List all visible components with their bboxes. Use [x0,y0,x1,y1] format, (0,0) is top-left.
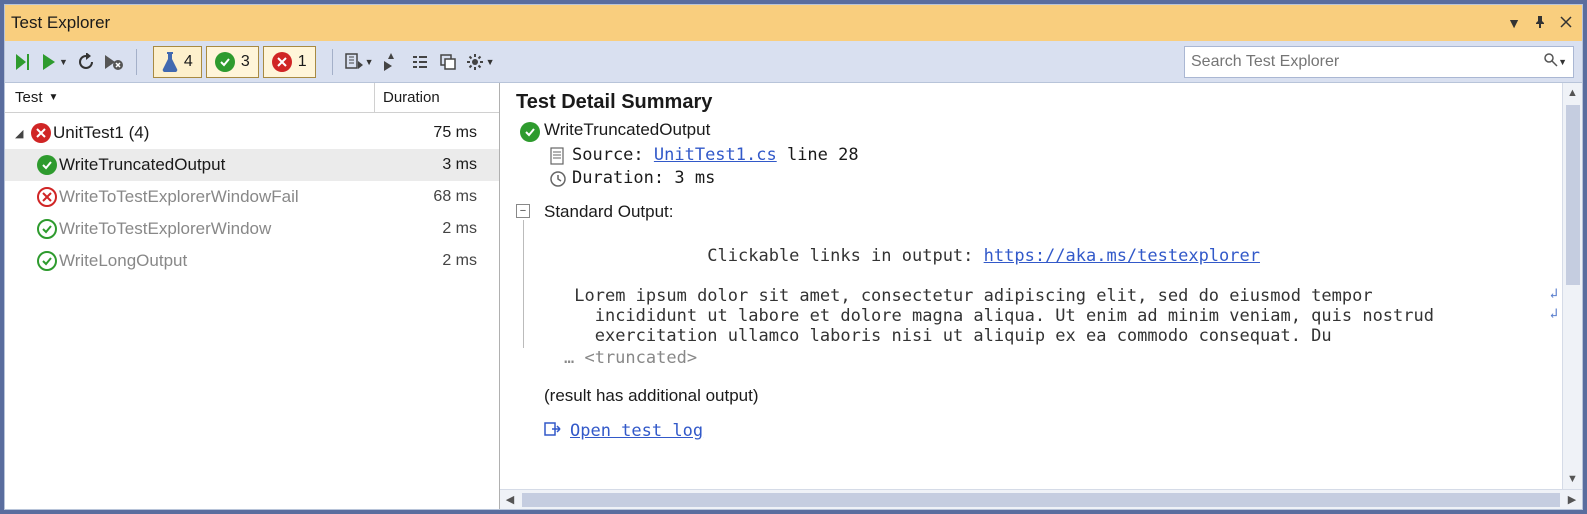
source-file-link[interactable]: UnitTest1.cs [654,145,777,165]
collapse-toggle[interactable]: − [516,204,530,218]
output-link[interactable]: https://aka.ms/testexplorer [984,246,1260,266]
pin-icon[interactable] [1530,15,1550,31]
summary-passed-button[interactable]: 3 [206,46,259,78]
source-line: line 28 [777,145,859,165]
summary-failed-button[interactable]: 1 [263,46,316,78]
wrap-indicator-icon: ↲ [1550,306,1558,322]
close-icon[interactable] [1556,15,1576,31]
expand-toggle-icon[interactable]: ◢ [15,127,29,140]
tree-test-row[interactable]: WriteLongOutput 2 ms [5,245,499,277]
pass-outline-icon [37,219,57,239]
repeat-last-run-button[interactable] [74,47,98,77]
chevron-down-icon: ▼ [365,57,374,67]
fail-icon [272,52,292,72]
duration-value: 3 ms [674,168,715,188]
open-log-icon [544,420,562,442]
standard-output-block: − Standard Output: Clickable links in ou… [516,202,1552,368]
summary-total-button[interactable]: 4 [153,46,202,78]
document-icon [544,145,572,165]
run-failed-button[interactable] [102,47,126,77]
run-after-build-button[interactable] [380,47,404,77]
detail-heading: Test Detail Summary [516,91,1552,114]
tree-test-row[interactable]: WriteTruncatedOutput 3 ms [5,149,499,181]
search-icon[interactable] [1544,53,1558,71]
sort-indicator-icon: ▼ [49,92,59,103]
scroll-down-icon[interactable]: ▼ [1563,469,1582,489]
settings-button[interactable]: ▼ [464,47,497,77]
scroll-left-icon[interactable]: ◀ [500,490,520,509]
fail-outline-icon [37,187,57,207]
test-list-panel: Test ▼ Duration ◢ UnitTest1 (4) 75 ms Wr… [5,83,500,509]
search-input[interactable] [1191,53,1540,71]
vertical-scrollbar[interactable]: ▲ ▼ [1562,83,1582,489]
toolbar: ▼ 4 3 [5,41,1582,83]
fail-icon [31,123,51,143]
additional-output-note: (result has additional output) [516,386,1552,406]
chevron-down-icon: ▼ [486,57,495,67]
playlist-button[interactable]: ▼ [343,47,376,77]
pass-icon [37,155,57,175]
std-output-heading: Standard Output: [544,202,1552,222]
scroll-thumb[interactable] [1566,105,1580,285]
summary-passed-count: 3 [241,53,250,71]
search-box[interactable]: ▼ [1184,46,1574,78]
test-detail-panel: Test Detail Summary WriteTruncatedOutput… [500,83,1582,509]
flask-icon [162,52,178,72]
summary-total-count: 4 [184,53,193,71]
clock-icon [544,168,572,188]
tree-test-row[interactable]: WriteToTestExplorerWindow 2 ms [5,213,499,245]
group-by-button[interactable] [408,47,432,77]
test-detail-content: Test Detail Summary WriteTruncatedOutput… [500,83,1562,489]
run-button[interactable]: ▼ [41,47,70,77]
column-test-header[interactable]: Test ▼ [5,83,375,112]
pass-icon [215,52,235,72]
duration-label: Duration: [572,168,674,188]
scroll-up-icon[interactable]: ▲ [1563,83,1582,103]
scroll-thumb[interactable] [522,493,1560,507]
chevron-down-icon: ▼ [59,57,68,67]
column-duration-header[interactable]: Duration [375,83,499,112]
pass-outline-icon [37,251,57,271]
source-label: Source: [572,145,654,165]
run-all-button[interactable] [13,47,37,77]
pass-icon [520,122,540,142]
columns-button[interactable] [436,47,460,77]
wrap-indicator-icon: ↲ [1550,286,1558,302]
tree-test-row[interactable]: WriteToTestExplorerWindowFail 68 ms [5,181,499,213]
chevron-down-icon[interactable]: ▼ [1558,57,1567,67]
window-title: Test Explorer [11,13,110,33]
open-test-log-link[interactable]: Open test log [570,421,703,441]
test-tree: ◢ UnitTest1 (4) 75 ms WriteTruncatedOutp… [5,113,499,281]
column-headers: Test ▼ Duration [5,83,499,113]
truncated-marker: … <truncated> [544,348,1552,368]
detail-test-name: WriteTruncatedOutput [544,120,710,140]
summary-failed-count: 1 [298,53,307,71]
horizontal-scrollbar[interactable]: ◀ ▶ [500,489,1582,509]
scroll-right-icon[interactable]: ▶ [1562,490,1582,509]
tree-group-row[interactable]: ◢ UnitTest1 (4) 75 ms [5,117,499,149]
window-menu-dropdown-icon[interactable]: ▼ [1504,15,1524,31]
window-titlebar: Test Explorer ▼ [5,5,1582,41]
